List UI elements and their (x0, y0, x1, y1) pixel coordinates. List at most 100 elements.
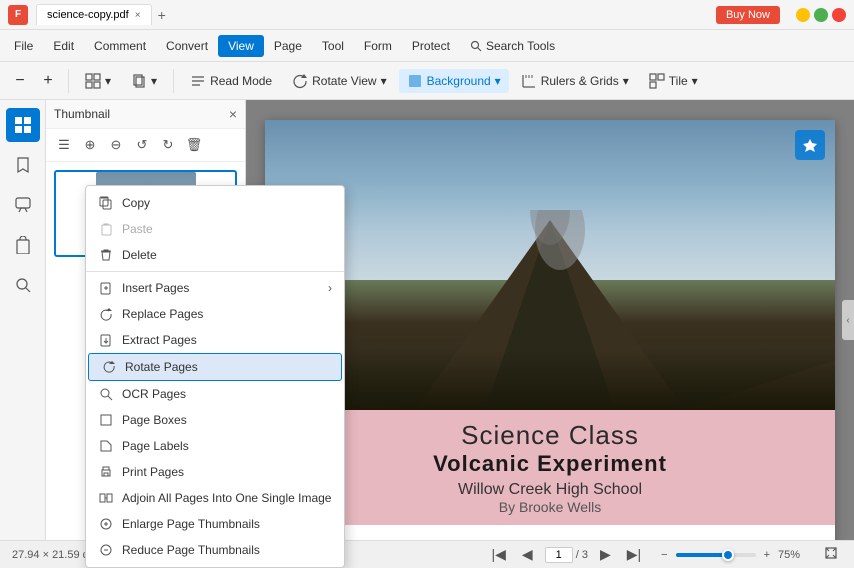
ctx-page-boxes[interactable]: Page Boxes (86, 407, 344, 433)
tab-science-copy[interactable]: science-copy.pdf × (36, 4, 152, 25)
menu-protect[interactable]: Protect (402, 35, 460, 57)
ctx-extract-pages[interactable]: Extract Pages (86, 327, 344, 353)
app-logo: F (8, 5, 28, 25)
sidebar-attachment-icon[interactable] (6, 228, 40, 262)
thumbnail-toolbar: ☰ ⊕ ⊖ ↺ ↻ 🗑 (46, 129, 245, 162)
ctx-rotate-pages[interactable]: Rotate Pages (88, 353, 342, 381)
nav-prev-button[interactable]: ◀ (518, 544, 537, 565)
zoom-slider-thumb[interactable] (722, 549, 734, 561)
ctx-copy[interactable]: Copy (86, 190, 344, 216)
ctx-print-pages[interactable]: Print Pages (86, 459, 344, 485)
menu-tool[interactable]: Tool (312, 35, 354, 57)
fit-window-icon (824, 546, 838, 560)
maximize-button[interactable] (814, 8, 828, 22)
replace-pages-icon (98, 306, 114, 322)
menu-file[interactable]: File (4, 35, 43, 57)
extract-pages-icon (98, 332, 114, 348)
toolbar-separator (68, 69, 69, 93)
zoom-in-button[interactable]: + (36, 69, 60, 93)
thumbnail-close-button[interactable]: × (229, 106, 237, 122)
ocr-pages-icon (98, 386, 114, 402)
tab-close-icon[interactable]: × (135, 10, 141, 21)
rotate-view-button[interactable]: Rotate View ▾ (284, 69, 395, 93)
zoom-value: 75% (778, 549, 812, 561)
pdf-author: By Brooke Wells (285, 499, 815, 515)
titlebar-right: Buy Now (716, 6, 846, 24)
add-tab-button[interactable]: + (158, 7, 166, 23)
search-icon (470, 40, 482, 52)
zoom-minus-status[interactable]: − (661, 549, 667, 561)
zoom-plus-status[interactable]: + (764, 549, 770, 561)
delete-icon (98, 247, 114, 263)
ctx-adjoin-pages[interactable]: Adjoin All Pages Into One Single Image (86, 485, 344, 511)
ctx-replace-pages[interactable]: Replace Pages (86, 301, 344, 327)
buy-now-button[interactable]: Buy Now (716, 6, 780, 24)
print-pages-icon (98, 464, 114, 480)
pages-icon (131, 73, 147, 89)
window-controls (796, 8, 846, 22)
sidebar-thumbnail-icon[interactable] (6, 108, 40, 142)
zoom-out-button[interactable]: − (8, 69, 32, 93)
ctx-enlarge-thumbnails[interactable]: Enlarge Page Thumbnails (86, 511, 344, 537)
tab-filename: science-copy.pdf (47, 9, 129, 21)
pdf-volcano-image (265, 120, 835, 410)
pdf-title-main: Science Class (285, 420, 815, 451)
sidebar-search-icon[interactable] (6, 268, 40, 302)
ctx-arrow-insert: › (328, 281, 332, 295)
thumb-zoom-in-button[interactable]: ⊕ (78, 133, 102, 157)
rulers-grids-button[interactable]: Rulers & Grids ▾ (513, 69, 637, 93)
thumb-zoom-out-button[interactable]: ⊖ (104, 133, 128, 157)
statusbar-right: |◀ ◀ / 3 ▶ ▶| − + 75% (487, 544, 842, 565)
ctx-ocr-pages[interactable]: OCR Pages (86, 381, 344, 407)
menu-form[interactable]: Form (354, 35, 402, 57)
ctx-paste: Paste (86, 216, 344, 242)
sidebar-bookmark-icon[interactable] (6, 148, 40, 182)
layout-icon (85, 73, 101, 89)
close-button[interactable] (832, 8, 846, 22)
sidebar-comment-icon[interactable] (6, 188, 40, 222)
main-area: Thumbnail × ☰ ⊕ ⊖ ↺ ↻ 🗑 Volcanic Page (0, 100, 854, 540)
toolbar-sep2 (173, 69, 174, 93)
thumbnail-title: Thumbnail (54, 107, 110, 121)
ctx-delete[interactable]: Delete (86, 242, 344, 268)
enlarge-thumbnails-icon (98, 516, 114, 532)
nav-next-button[interactable]: ▶ (596, 544, 615, 565)
tile-icon (649, 73, 665, 89)
menu-edit[interactable]: Edit (43, 35, 84, 57)
pdf-page: Science Class Volcanic Experiment Willow… (265, 120, 835, 540)
layout-button[interactable]: ▾ (77, 69, 119, 93)
nav-first-button[interactable]: |◀ (487, 544, 509, 565)
rulers-grids-icon (521, 73, 537, 89)
fit-window-button[interactable] (820, 544, 842, 565)
menu-convert[interactable]: Convert (156, 35, 218, 57)
tile-button[interactable]: Tile ▾ (641, 69, 706, 93)
read-mode-button[interactable]: Read Mode (182, 69, 280, 93)
menu-page[interactable]: Page (264, 35, 312, 57)
page-labels-icon (98, 438, 114, 454)
ctx-insert-pages[interactable]: Insert Pages › (86, 275, 344, 301)
page-number-input[interactable] (545, 547, 573, 563)
minimize-button[interactable] (796, 8, 810, 22)
page-total: 3 (582, 549, 588, 561)
background-button[interactable]: Background ▾ (399, 69, 509, 93)
zoom-slider[interactable] (676, 553, 756, 557)
ctx-page-labels[interactable]: Page Labels (86, 433, 344, 459)
thumb-delete-button[interactable]: 🗑 (182, 133, 206, 157)
copy-icon (98, 195, 114, 211)
menu-comment[interactable]: Comment (84, 35, 156, 57)
read-mode-icon (190, 73, 206, 89)
thumb-rotate-left-button[interactable]: ↺ (130, 133, 154, 157)
pdf-content-bottom: Science Class Volcanic Experiment Willow… (265, 410, 835, 525)
nav-last-button[interactable]: ▶| (623, 544, 645, 565)
rotate-pages-icon (101, 359, 117, 375)
thumb-rotate-right-button[interactable]: ↻ (156, 133, 180, 157)
adjoin-pages-icon (98, 490, 114, 506)
collapse-panel-button[interactable]: ‹ (842, 300, 854, 340)
zoom-slider-fill (676, 553, 724, 557)
menu-search-tools[interactable]: Search Tools (460, 35, 565, 57)
ctx-reduce-thumbnails[interactable]: Reduce Page Thumbnails (86, 537, 344, 563)
pages-button[interactable]: ▾ (123, 69, 165, 93)
thumb-menu-button[interactable]: ☰ (52, 133, 76, 157)
paste-icon (98, 221, 114, 237)
menu-view[interactable]: View (218, 35, 264, 57)
